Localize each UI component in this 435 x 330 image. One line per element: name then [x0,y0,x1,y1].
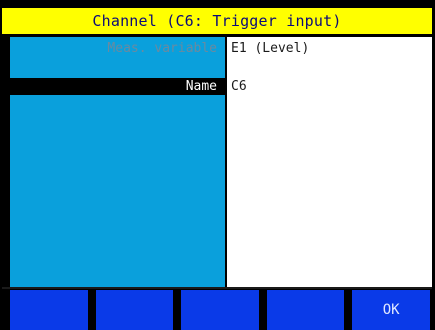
name-label[interactable]: Name [186,78,217,95]
softkey-bar: OK [10,290,430,330]
name-value[interactable]: C6 [231,78,247,95]
ok-button[interactable]: OK [352,290,430,330]
softkey-3[interactable] [181,290,259,330]
label-pane: Meas. variable Name [10,37,225,287]
window-title: Channel (C6: Trigger input) [2,8,432,36]
meas-variable-value[interactable]: E1 (Level) [231,41,309,56]
softkey-4[interactable] [266,290,345,330]
divider [2,287,432,289]
device-screen: Channel (C6: Trigger input) Meas. variab… [0,0,435,330]
value-pane: E1 (Level) C6 [227,37,432,287]
softkey-2[interactable] [95,290,174,330]
name-row-selected[interactable]: Name [10,78,225,95]
softkey-1[interactable] [10,290,88,330]
meas-variable-label[interactable]: Meas. variable [107,41,217,56]
